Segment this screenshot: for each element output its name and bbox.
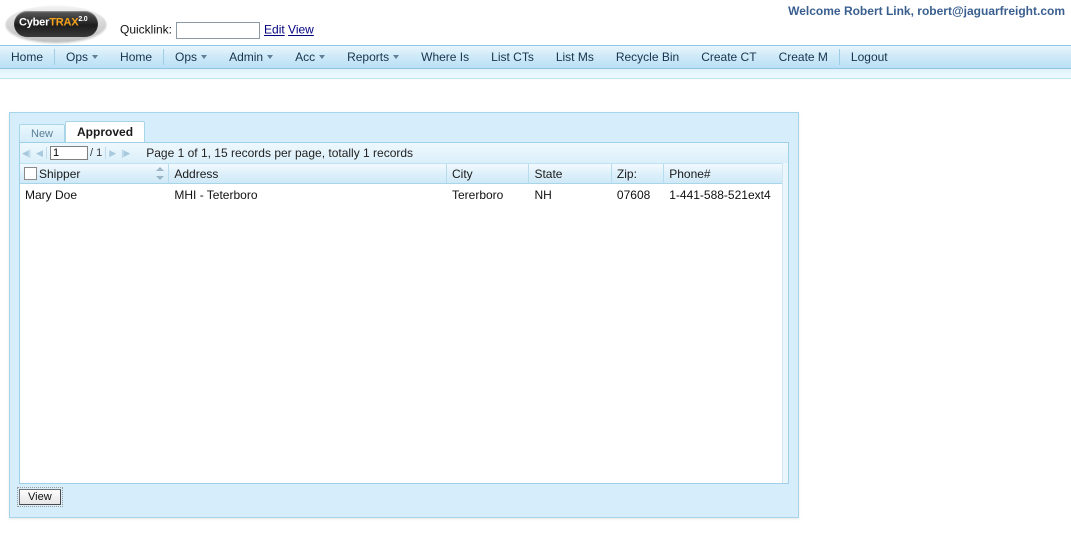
quicklink-bar: Quicklink: Edit View: [120, 22, 314, 39]
pagination-bar: ◀|◀ / 1▶|▶ Page 1 of 1, 15 records per pag…: [20, 143, 788, 164]
tab-strip: New Approved: [19, 121, 798, 143]
nav-item-reports[interactable]: Reports: [336, 46, 410, 68]
tab-label: New: [31, 128, 54, 140]
chevron-down-icon: [201, 54, 208, 59]
quicklink-input[interactable]: [176, 22, 261, 39]
column-header-label: City: [451, 166, 473, 181]
nav-item-home[interactable]: Home: [0, 46, 54, 68]
grid-scroll-strip[interactable]: [782, 163, 788, 483]
nav-item-where-is[interactable]: Where Is: [410, 46, 480, 68]
nav-item-create-ct[interactable]: Create CT: [690, 46, 767, 68]
logo-text-trax: TRAX: [49, 16, 79, 29]
table-row[interactable]: Mary Doe MHI - Teterboro Tererboro NH 07608 1…: [20, 184, 788, 206]
content-panel: New Approved ◀|◀ / 1▶|▶ Page 1 of 1, 15 rec…: [9, 112, 799, 518]
quicklink-label: Quicklink:: [120, 22, 173, 37]
nav-item-label: Where Is: [421, 50, 470, 64]
logo-text-version: 2.0: [78, 16, 88, 23]
nav-bottom-strip: [0, 69, 1071, 79]
chevron-down-icon: [393, 54, 400, 59]
column-header-address[interactable]: Address: [168, 164, 447, 184]
sort-indicator-icon[interactable]: [156, 167, 165, 180]
welcome-message: Welcome Robert Link, robert@jaguarfreigh…: [788, 4, 1065, 18]
column-header-label: Phone#: [669, 166, 711, 181]
cell-zip: 07608: [616, 187, 651, 202]
cybertrax-logo: CyberTRAX2.0: [6, 4, 106, 44]
tab-new[interactable]: New: [19, 124, 66, 143]
cell-shipper: Mary Doe: [25, 187, 78, 202]
nav-item-label: Home: [120, 50, 153, 64]
nav-item-list-ms[interactable]: List Ms: [545, 46, 605, 68]
nav-item-label: Recycle Bin: [615, 50, 680, 64]
main-navigation: Home Ops Home Ops Admin Acc Reports Where Is Lis…: [0, 45, 1071, 69]
nav-item-ops[interactable]: Ops: [55, 46, 109, 68]
column-header-label: State: [534, 166, 563, 181]
column-header-label: Shipper: [39, 166, 81, 181]
quicklink-view-link[interactable]: View: [288, 23, 314, 37]
pager-divider-left: [46, 147, 47, 159]
first-page-icon[interactable]: ◀|: [20, 143, 33, 163]
column-header-city[interactable]: City: [446, 164, 530, 184]
last-page-icon[interactable]: |▶: [119, 143, 132, 163]
nav-item-home[interactable]: Home: [109, 46, 163, 68]
total-pages-label: / 1: [90, 147, 103, 159]
nav-item-label: Admin: [229, 50, 264, 64]
nav-item-list-cts[interactable]: List CTs: [480, 46, 545, 68]
nav-item-ops[interactable]: Ops: [164, 46, 218, 68]
nav-item-label: Logout: [850, 50, 888, 64]
logo-text: CyberTRAX2.0: [19, 16, 88, 29]
cell-state: NH: [534, 187, 552, 202]
nav-item-label: Ops: [66, 50, 89, 64]
shipper-table: Shipper Address City State Zip: Phone# Mary D…: [20, 164, 788, 205]
quicklink-edit-link[interactable]: Edit: [264, 23, 285, 37]
nav-item-logout[interactable]: Logout: [840, 46, 899, 68]
nav-item-create-m[interactable]: Create M: [768, 46, 839, 68]
prev-page-icon[interactable]: ◀: [33, 143, 46, 163]
page-header: CyberTRAX2.0 Quicklink: Edit View Welcome…: [0, 0, 1071, 45]
tab-label: Approved: [77, 125, 134, 139]
column-header-zip[interactable]: Zip:: [611, 164, 665, 184]
nav-item-label: Create CT: [701, 50, 757, 64]
next-page-icon[interactable]: ▶: [106, 143, 119, 163]
column-header-phone[interactable]: Phone#: [663, 164, 788, 184]
column-header-state[interactable]: State: [528, 164, 612, 184]
grid-container: ◀|◀ / 1▶|▶ Page 1 of 1, 15 records per pag…: [19, 142, 789, 484]
nav-item-acc[interactable]: Acc: [284, 46, 336, 68]
cell-phone: 1-441-588-521ext4: [669, 187, 771, 202]
view-button[interactable]: View: [17, 487, 63, 507]
panel-footer: View: [17, 487, 789, 509]
cell-city: Tererboro: [451, 187, 504, 202]
nav-item-label: Home: [11, 50, 44, 64]
column-header-label: Address: [174, 166, 219, 181]
cell-address: MHI - Teterboro: [174, 187, 258, 202]
page-number-input[interactable]: [50, 146, 88, 160]
nav-item-recycle-bin[interactable]: Recycle Bin: [605, 46, 690, 68]
nav-item-label: List Ms: [555, 50, 594, 64]
chevron-down-icon: [319, 54, 326, 59]
nav-item-label: Ops: [175, 50, 198, 64]
column-header-shipper[interactable]: Shipper: [20, 164, 170, 184]
nav-item-label: List CTs: [491, 50, 534, 64]
nav-item-label: Acc: [295, 50, 316, 64]
table-header-row: Shipper Address City State Zip: Phone#: [20, 164, 788, 184]
nav-item-label: Create M: [778, 50, 828, 64]
chevron-down-icon: [92, 54, 99, 59]
select-all-checkbox[interactable]: [24, 166, 37, 180]
logo-text-cyber: Cyber: [19, 16, 50, 29]
nav-item-label: Reports: [347, 50, 390, 64]
chevron-down-icon: [267, 54, 274, 59]
pager-summary-text: Page 1 of 1, 15 records per page, totall…: [146, 146, 414, 160]
tab-approved[interactable]: Approved: [65, 121, 146, 142]
nav-item-admin[interactable]: Admin: [218, 46, 284, 68]
column-header-label: Zip:: [616, 166, 637, 181]
